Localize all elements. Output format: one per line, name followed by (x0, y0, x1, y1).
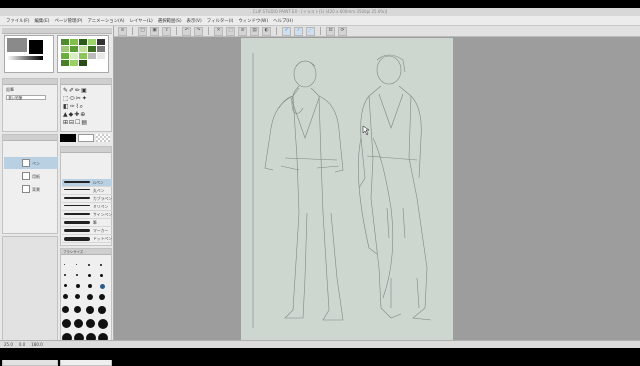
tool-palette: ✎✐✏▣ ⬚⬭✂✦ ◧✑⌇⌕ ▲◆✚⊕ ⊞⊟☐▤ (60, 78, 112, 132)
cursor-arrow (362, 125, 370, 136)
brush-size-header: ブラシサイズ (63, 250, 84, 254)
background-color[interactable] (78, 134, 94, 142)
menu-layer[interactable]: レイヤー(L) (129, 18, 152, 24)
menu-bar: ファイル(F) 編集(E) ページ管理(P) アニメーション(A) レイヤー(L… (0, 16, 640, 26)
sketch-drawing (252, 53, 432, 328)
command-bar: ≡ □ ▣ ⇪ ↶ ↷ ✕ ⬚ ⊘ ▤ ◐ ✓ ⁄ ⋰ ⊡ ⟳ (114, 26, 640, 37)
brush-stroke-preview (64, 229, 90, 232)
rotation-value[interactable]: 0.0 (19, 342, 25, 347)
menu-edit[interactable]: 編集(E) (35, 18, 50, 24)
layer-thumbnail (22, 172, 30, 180)
display-icon[interactable]: ⊡ (326, 26, 335, 36)
sub-tool-label: 鉛筆 (6, 87, 14, 92)
letterbox-bottom (0, 348, 640, 360)
brush-item[interactable]: Gペン (62, 179, 112, 187)
clear-icon[interactable]: ✕ (214, 26, 223, 36)
toolbar-divider (276, 27, 277, 35)
window-titlebar: CLIP STUDIO PAINT EX - [イラスト(1) (420 x 6… (0, 8, 640, 16)
drawing-canvas[interactable] (241, 38, 453, 340)
sub-color-swatch[interactable] (29, 40, 43, 54)
brush-stroke-preview (64, 213, 90, 215)
brush-stroke-preview (64, 181, 90, 183)
zoom-value[interactable]: 25.0 (4, 342, 13, 347)
brush-stroke-preview (64, 205, 90, 206)
brush-stroke-preview (64, 221, 90, 224)
layer-row[interactable]: 背景 (4, 183, 58, 195)
status-bar: 25.0 0.0 180.0 (0, 340, 640, 348)
layer-row[interactable]: 用紙 (4, 170, 58, 182)
undo-icon[interactable]: ↶ (182, 26, 191, 36)
foreground-color[interactable] (60, 134, 76, 142)
transform-icon[interactable]: ⬚ (226, 26, 235, 36)
brush-stroke-preview (64, 189, 90, 190)
brush-item[interactable]: 丸ペン (62, 187, 112, 195)
snap-icon[interactable]: ✓ (282, 26, 291, 36)
save-icon[interactable]: ▣ (150, 26, 159, 36)
invert-icon[interactable]: ◐ (262, 26, 271, 36)
tool-property-panel: 鉛筆 濃い鉛筆 (2, 78, 58, 132)
fill-icon[interactable]: ▤ (250, 26, 259, 36)
layer-panel: ペン 用紙 背景 (2, 134, 58, 234)
menu-animation[interactable]: アニメーション(A) (87, 18, 124, 24)
redo-icon[interactable]: ↷ (194, 26, 203, 36)
navigator-header (2, 28, 112, 34)
menu-view[interactable]: 表示(V) (187, 18, 202, 24)
layer-name: 用紙 (32, 174, 40, 179)
brush-item[interactable]: ミリペン (62, 203, 112, 211)
brush-item[interactable]: カブラペン (62, 195, 112, 203)
main-color-swatch[interactable] (7, 38, 27, 52)
brush-size-field[interactable]: 濃い鉛筆 (6, 95, 46, 100)
window-title: CLIP STUDIO PAINT EX - [イラスト(1) (420 x 6… (252, 9, 388, 14)
left-panel: 鉛筆 濃い鉛筆 ✎✐✏▣ ⬚⬭✂✦ ◧✑⌇⌕ ▲◆✚⊕ ⊞⊟☐▤ ペン 用紙 背景 (0, 26, 114, 366)
layer-name: ペン (32, 161, 40, 166)
menu-selection[interactable]: 選択範囲(S) (158, 18, 182, 24)
menu-filter[interactable]: フィルター(I) (207, 18, 234, 24)
brush-stroke-preview (64, 197, 90, 199)
color-preview-bar (60, 134, 112, 144)
menu-icon[interactable]: ≡ (118, 26, 127, 36)
brush-item[interactable]: サインペン (62, 211, 112, 219)
grid-icon[interactable]: ⋰ (306, 26, 315, 36)
layer-thumbnail (22, 185, 30, 193)
value-slider[interactable] (7, 56, 43, 60)
brush-stroke-preview (64, 237, 90, 241)
color-set-panel[interactable] (57, 35, 109, 73)
menu-window[interactable]: ウィンドウ(W) (238, 18, 268, 24)
brush-item[interactable]: ドットペン (62, 235, 112, 243)
layer-name: 背景 (32, 187, 40, 192)
deselect-icon[interactable]: ⊘ (238, 26, 247, 36)
layer-thumbnail (22, 159, 30, 167)
menu-page[interactable]: ページ管理(P) (55, 18, 83, 24)
export-icon[interactable]: ⇪ (162, 26, 171, 36)
ruler-icon[interactable]: ⁄ (294, 26, 303, 36)
rotate-icon[interactable]: ⟳ (338, 26, 347, 36)
brush-item[interactable]: 筆 (62, 219, 112, 227)
tool-icons[interactable]: ✎✐✏▣ ⬚⬭✂✦ ◧✑⌇⌕ ▲◆✚⊕ ⊞⊟☐▤ (63, 87, 111, 131)
toolbar-divider (176, 27, 177, 35)
layer-row-selected[interactable]: ペン (4, 157, 58, 169)
brush-item[interactable]: マーカー (62, 227, 112, 235)
new-icon[interactable]: □ (138, 26, 147, 36)
toolbar-divider (132, 27, 133, 35)
menu-help[interactable]: ヘルプ(H) (273, 18, 293, 24)
toolbar-divider (208, 27, 209, 35)
color-wheel-panel[interactable] (4, 35, 54, 73)
menu-file[interactable]: ファイル(F) (6, 18, 30, 24)
transparent-color[interactable] (96, 134, 110, 142)
toolbar-divider (320, 27, 321, 35)
coords-value: 180.0 (31, 342, 43, 347)
